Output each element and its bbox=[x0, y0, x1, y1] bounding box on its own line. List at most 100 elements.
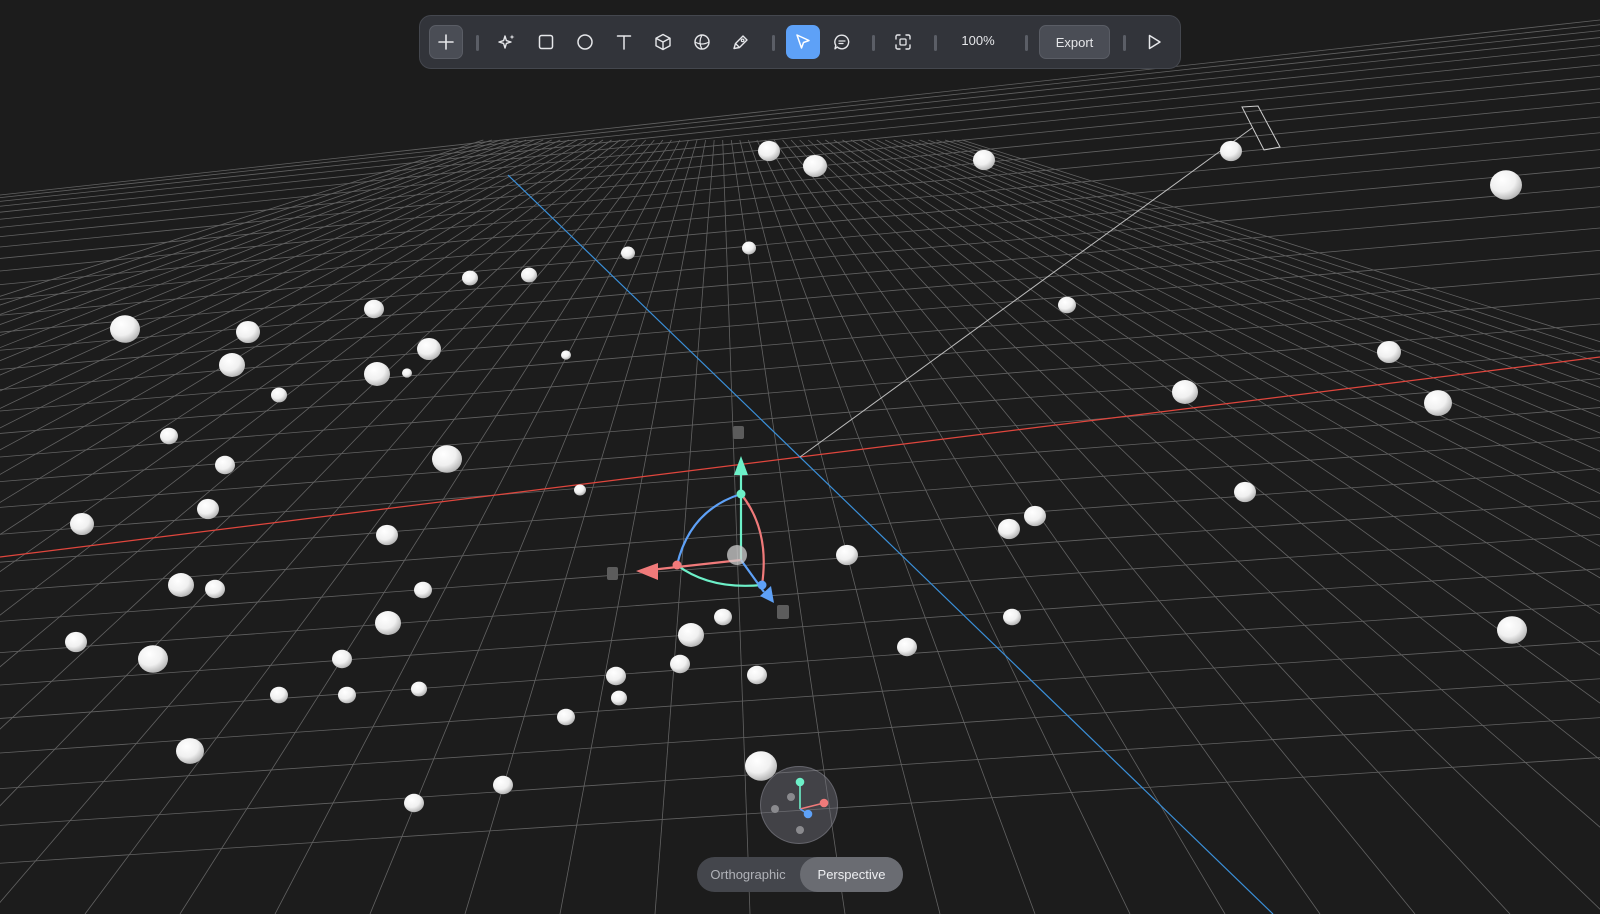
frame-icon bbox=[895, 34, 911, 50]
gizmo-handle-top[interactable] bbox=[733, 426, 744, 439]
sphere-object[interactable] bbox=[521, 267, 537, 283]
pen-tool-button[interactable] bbox=[724, 25, 758, 59]
sphere-object[interactable] bbox=[611, 690, 627, 706]
axes-icon bbox=[771, 777, 829, 834]
gizmo-handle-bottom[interactable] bbox=[777, 605, 789, 619]
sphere-object[interactable] bbox=[1377, 340, 1401, 364]
gizmo-x-handle[interactable] bbox=[672, 560, 682, 570]
sphere-object[interactable] bbox=[65, 631, 87, 653]
sphere-object[interactable] bbox=[168, 573, 194, 597]
rotate-ring-x[interactable] bbox=[740, 493, 765, 586]
gizmo-handle-left[interactable] bbox=[607, 567, 618, 580]
sphere-object[interactable] bbox=[176, 738, 204, 764]
comment-icon bbox=[834, 34, 850, 50]
sphere-object[interactable] bbox=[1490, 170, 1522, 200]
cube-icon bbox=[655, 33, 671, 51]
sphere-object[interactable] bbox=[376, 524, 398, 546]
toolbar-separator bbox=[872, 35, 875, 51]
toolbar-separator bbox=[1123, 35, 1126, 51]
sphere-object[interactable] bbox=[432, 445, 462, 473]
sphere-object[interactable] bbox=[332, 649, 352, 669]
main-toolbar: 100% Export bbox=[419, 15, 1181, 69]
orthographic-option[interactable]: Orthographic bbox=[697, 857, 799, 892]
sphere-object[interactable] bbox=[803, 154, 827, 178]
sphere-object[interactable] bbox=[375, 611, 401, 635]
ai-generate-button[interactable] bbox=[490, 25, 524, 59]
sphere-object[interactable] bbox=[621, 246, 635, 260]
sphere-object[interactable] bbox=[1003, 608, 1021, 626]
sphere-object[interactable] bbox=[402, 368, 412, 378]
transform-gizmo[interactable] bbox=[607, 426, 789, 619]
zoom-level[interactable]: 100% bbox=[948, 33, 1008, 48]
sphere-object[interactable] bbox=[364, 299, 384, 319]
projection-toggle: Orthographic Perspective bbox=[697, 857, 903, 892]
sphere-object[interactable] bbox=[758, 140, 780, 162]
gizmo-z-handle[interactable] bbox=[757, 580, 767, 590]
sphere-object[interactable] bbox=[1172, 380, 1198, 404]
sphere-object[interactable] bbox=[714, 608, 732, 626]
sphere-object[interactable] bbox=[836, 544, 858, 566]
sphere-object[interactable] bbox=[557, 708, 575, 726]
rectangle-tool-button[interactable] bbox=[529, 25, 563, 59]
sphere-object[interactable] bbox=[493, 775, 513, 795]
sphere-object[interactable] bbox=[678, 623, 704, 647]
sparkles-icon bbox=[498, 34, 515, 49]
sphere-object[interactable] bbox=[742, 241, 756, 255]
sphere-object[interactable] bbox=[670, 654, 690, 674]
sphere-object[interactable] bbox=[160, 427, 178, 445]
sphere-object[interactable] bbox=[574, 484, 586, 496]
sphere-object[interactable] bbox=[205, 579, 225, 599]
toolbar-separator bbox=[772, 35, 775, 51]
selected-object-center[interactable] bbox=[727, 545, 747, 565]
z-axis-line bbox=[507, 174, 1274, 914]
plus-icon bbox=[438, 34, 454, 50]
sphere-object[interactable] bbox=[219, 353, 245, 377]
sphere-object[interactable] bbox=[973, 149, 995, 171]
sphere-object[interactable] bbox=[1497, 616, 1527, 644]
play-button[interactable] bbox=[1137, 25, 1171, 59]
comment-tool-button[interactable] bbox=[825, 25, 859, 59]
select-tool-button[interactable] bbox=[786, 25, 820, 59]
sphere-object[interactable] bbox=[70, 512, 94, 536]
view-orientation-gizmo[interactable] bbox=[760, 766, 838, 844]
sphere-object[interactable] bbox=[1220, 140, 1242, 162]
gizmo-y-handle[interactable] bbox=[736, 489, 746, 499]
sphere-object[interactable] bbox=[1024, 505, 1046, 527]
sphere-object[interactable] bbox=[897, 637, 917, 657]
export-button[interactable]: Export bbox=[1039, 25, 1110, 59]
sphere-object[interactable] bbox=[411, 681, 427, 697]
sphere-object[interactable] bbox=[1058, 296, 1076, 314]
cursor-icon bbox=[796, 34, 810, 49]
sphere-object[interactable] bbox=[747, 665, 767, 685]
sphere-object[interactable] bbox=[271, 387, 287, 403]
sphere-object[interactable] bbox=[197, 498, 219, 520]
sphere-object[interactable] bbox=[561, 350, 571, 360]
sphere-object[interactable] bbox=[270, 686, 288, 704]
ellipse-tool-button[interactable] bbox=[568, 25, 602, 59]
cube-tool-button[interactable] bbox=[646, 25, 680, 59]
sphere-object[interactable] bbox=[404, 793, 424, 813]
perspective-option[interactable]: Perspective bbox=[800, 857, 903, 892]
text-tool-button[interactable] bbox=[607, 25, 641, 59]
sphere-tool-button[interactable] bbox=[685, 25, 719, 59]
sphere-object[interactable] bbox=[998, 518, 1020, 540]
gizmo-x-arrow[interactable] bbox=[636, 563, 658, 580]
sphere-object[interactable] bbox=[606, 666, 626, 686]
sphere-object[interactable] bbox=[414, 581, 432, 599]
sphere-object[interactable] bbox=[1424, 390, 1452, 416]
sphere-object[interactable] bbox=[215, 455, 235, 475]
sphere-icon bbox=[694, 34, 710, 50]
text-icon bbox=[616, 35, 632, 50]
rotate-ring-y[interactable] bbox=[676, 564, 763, 587]
frame-tool-button[interactable] bbox=[886, 25, 920, 59]
add-button[interactable] bbox=[429, 25, 463, 59]
sphere-object[interactable] bbox=[138, 645, 168, 673]
sphere-object[interactable] bbox=[338, 686, 356, 704]
sphere-object[interactable] bbox=[110, 315, 140, 343]
sphere-object[interactable] bbox=[364, 362, 390, 386]
camera-object[interactable] bbox=[1241, 105, 1281, 151]
sphere-object[interactable] bbox=[1234, 481, 1256, 503]
sphere-object[interactable] bbox=[462, 270, 478, 286]
sphere-object[interactable] bbox=[236, 320, 260, 344]
sphere-object[interactable] bbox=[417, 337, 441, 361]
